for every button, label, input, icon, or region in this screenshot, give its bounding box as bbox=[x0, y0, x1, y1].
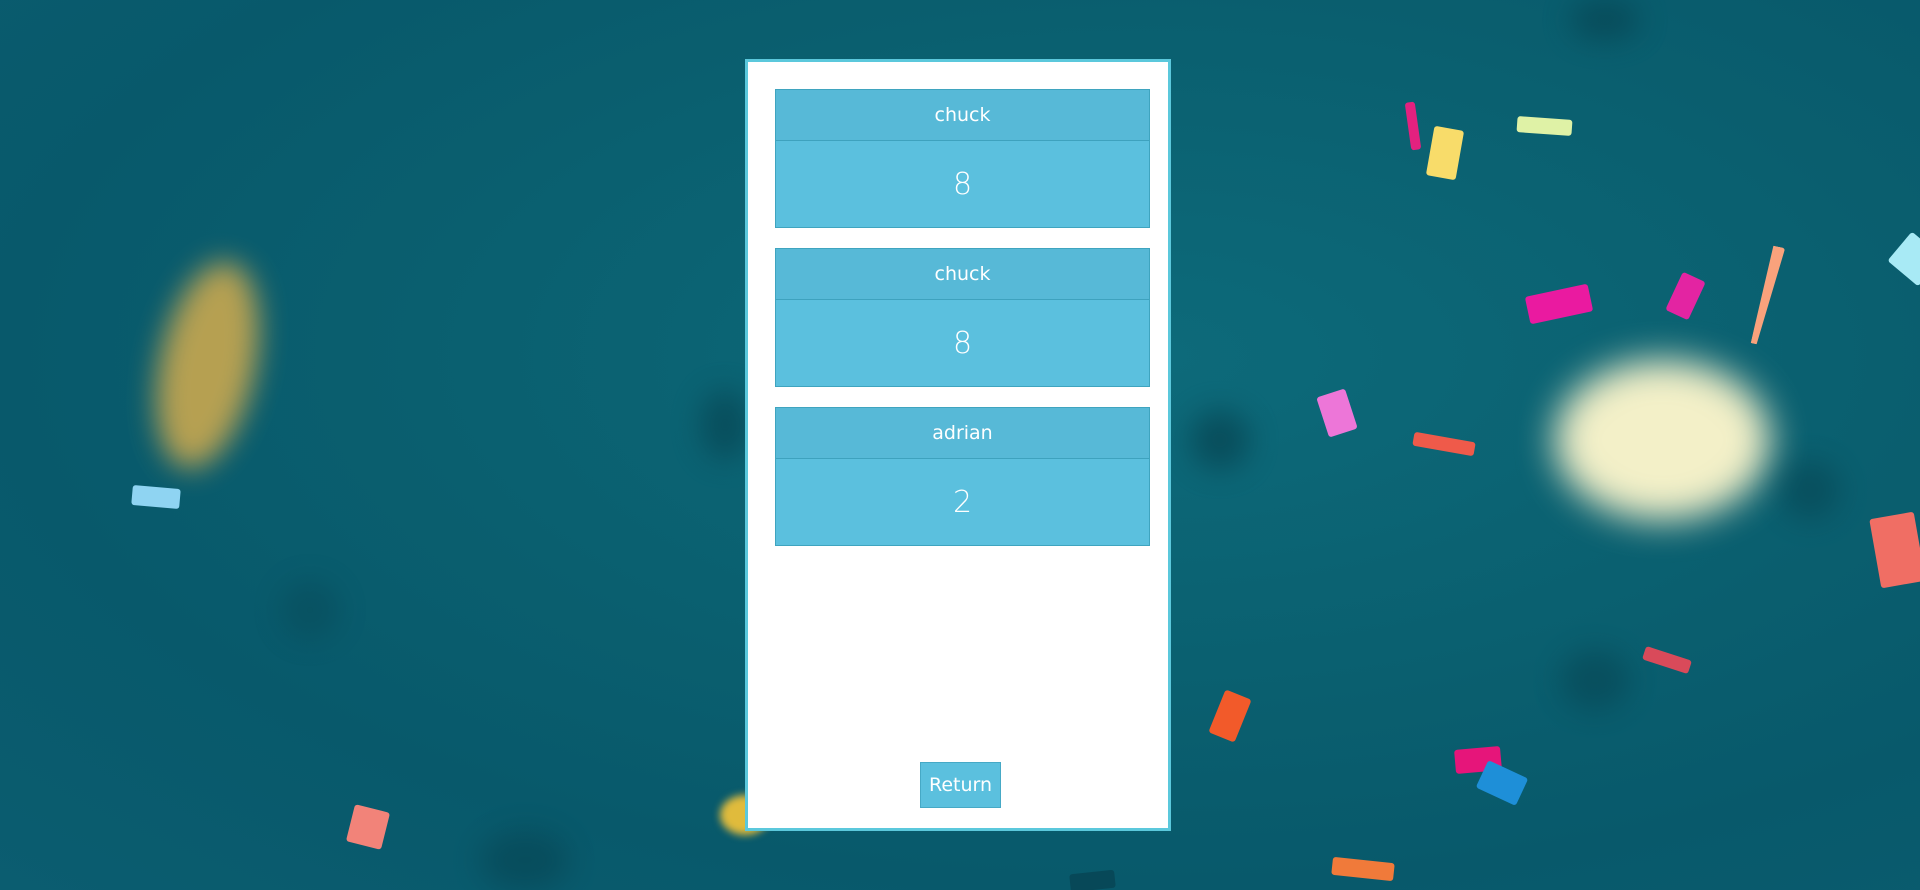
confetti-piece bbox=[1745, 244, 1785, 346]
confetti-piece bbox=[1208, 689, 1252, 743]
confetti-piece bbox=[1642, 645, 1692, 675]
confetti-piece bbox=[1869, 511, 1920, 589]
player-name: chuck bbox=[776, 249, 1149, 300]
blurred-dark-spot bbox=[280, 580, 340, 640]
player-score: 2 bbox=[952, 484, 973, 520]
blurred-dark-spot bbox=[1190, 410, 1250, 470]
confetti-piece bbox=[1425, 125, 1465, 181]
scoreboard-panel: chuck 8 chuck 8 adrian 2 Return bbox=[745, 59, 1171, 831]
score-card: chuck 8 bbox=[775, 89, 1150, 228]
return-button[interactable]: Return bbox=[920, 762, 1001, 808]
confetti-piece bbox=[1665, 271, 1706, 321]
confetti-piece bbox=[1887, 231, 1920, 287]
confetti-piece bbox=[1516, 116, 1573, 136]
confetti-piece bbox=[1524, 283, 1594, 325]
blurred-dark-spot bbox=[1780, 460, 1840, 520]
player-score: 8 bbox=[952, 166, 973, 202]
confetti-piece bbox=[1412, 431, 1476, 457]
blurred-confetti-yellow bbox=[139, 252, 276, 478]
blurred-dark-spot bbox=[1560, 650, 1630, 710]
player-name: adrian bbox=[776, 408, 1149, 459]
blurred-light-glow bbox=[1555, 360, 1770, 520]
confetti-piece bbox=[131, 484, 181, 510]
confetti-piece bbox=[1331, 856, 1395, 882]
blurred-dark-spot bbox=[1570, 0, 1640, 40]
confetti-piece bbox=[1069, 869, 1116, 890]
blurred-dark-spot bbox=[700, 390, 750, 460]
blurred-dark-spot bbox=[480, 830, 570, 890]
confetti-piece bbox=[345, 804, 391, 850]
player-score: 8 bbox=[952, 325, 973, 361]
confetti-piece bbox=[1316, 388, 1358, 438]
score-card: chuck 8 bbox=[775, 248, 1150, 387]
score-card: adrian 2 bbox=[775, 407, 1150, 546]
confetti-piece bbox=[1404, 101, 1422, 151]
player-name: chuck bbox=[776, 90, 1149, 141]
